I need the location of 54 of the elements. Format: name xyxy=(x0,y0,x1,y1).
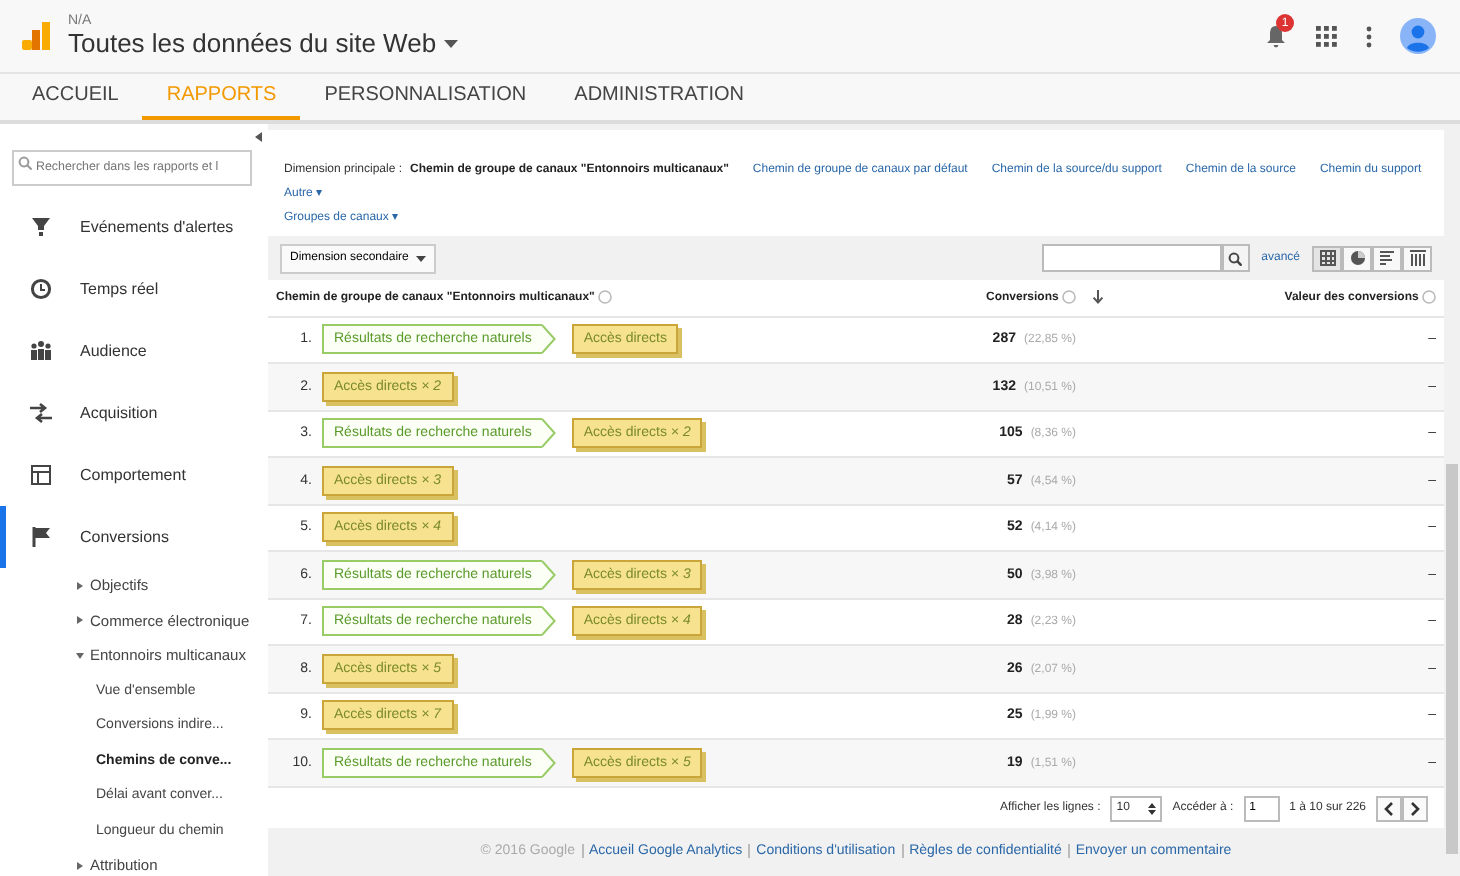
caret-icon xyxy=(416,255,427,261)
nav-tab[interactable]: ADMINISTRATION xyxy=(550,74,768,120)
scrollbar-thumb[interactable] xyxy=(1446,464,1458,854)
bar-chart-logo xyxy=(20,20,52,52)
alert-icon xyxy=(30,216,52,238)
sidebar-item[interactable]: Audience xyxy=(0,320,268,382)
chevron-left-icon xyxy=(1384,801,1394,815)
layout-icon xyxy=(30,464,52,486)
caret-icon xyxy=(444,39,459,47)
sidebar-item[interactable]: Temps réel xyxy=(0,258,268,320)
collapsed-triangle-icon xyxy=(76,861,84,870)
pie-chart-icon xyxy=(1349,250,1365,266)
help-icon xyxy=(1062,290,1076,305)
sidebar-item[interactable]: Evénements d'alertes xyxy=(0,196,268,258)
previous-page-button[interactable] xyxy=(1376,795,1402,821)
columns-icon xyxy=(1409,250,1425,266)
help-icon xyxy=(1422,290,1436,305)
expanded-triangle-icon xyxy=(76,651,84,660)
collapsed-triangle-icon xyxy=(76,616,84,625)
next-page-button[interactable] xyxy=(1402,795,1428,821)
nav-tab[interactable]: PERSONNALISATION xyxy=(300,74,551,120)
view-toggle-button[interactable] xyxy=(1402,245,1432,271)
people-icon xyxy=(30,340,52,362)
bell-icon xyxy=(1264,24,1288,48)
view-toggle-button[interactable] xyxy=(1342,245,1372,271)
help-icon xyxy=(598,290,613,305)
search-icon xyxy=(1228,251,1243,265)
chevron-icon xyxy=(541,324,556,355)
bar-list-icon xyxy=(1379,250,1395,266)
updown-caret-icon xyxy=(1148,801,1157,815)
property-selector[interactable]: Toutes les données du site Web xyxy=(68,28,1264,58)
more-menu-icon xyxy=(1366,25,1372,47)
avatar-icon xyxy=(1400,18,1436,54)
table-view-icon xyxy=(1319,250,1335,266)
chevron-icon xyxy=(541,559,556,590)
chevron-right-icon xyxy=(1410,801,1420,815)
sidebar-item[interactable]: Acquisition xyxy=(0,382,268,444)
search-button[interactable] xyxy=(1221,244,1250,272)
search-icon xyxy=(18,156,32,170)
chevron-icon xyxy=(541,748,556,778)
view-toggle-button[interactable] xyxy=(1372,245,1402,271)
collapse-arrow-icon xyxy=(254,132,264,142)
sidebar-item[interactable]: Comportement xyxy=(0,444,268,506)
nav-tab[interactable]: ACCUEIL xyxy=(8,74,143,120)
view-toggle-button[interactable] xyxy=(1312,245,1342,271)
chevron-icon xyxy=(541,418,556,449)
sort-down-arrow-icon xyxy=(1092,290,1104,305)
table-search-field[interactable] xyxy=(1041,244,1222,272)
apps-grid-icon xyxy=(1316,25,1338,47)
flag-icon xyxy=(30,526,52,548)
clock-icon xyxy=(30,278,52,300)
chevron-icon xyxy=(541,606,556,637)
arrows-icon xyxy=(30,402,52,424)
collapsed-triangle-icon xyxy=(76,581,84,590)
